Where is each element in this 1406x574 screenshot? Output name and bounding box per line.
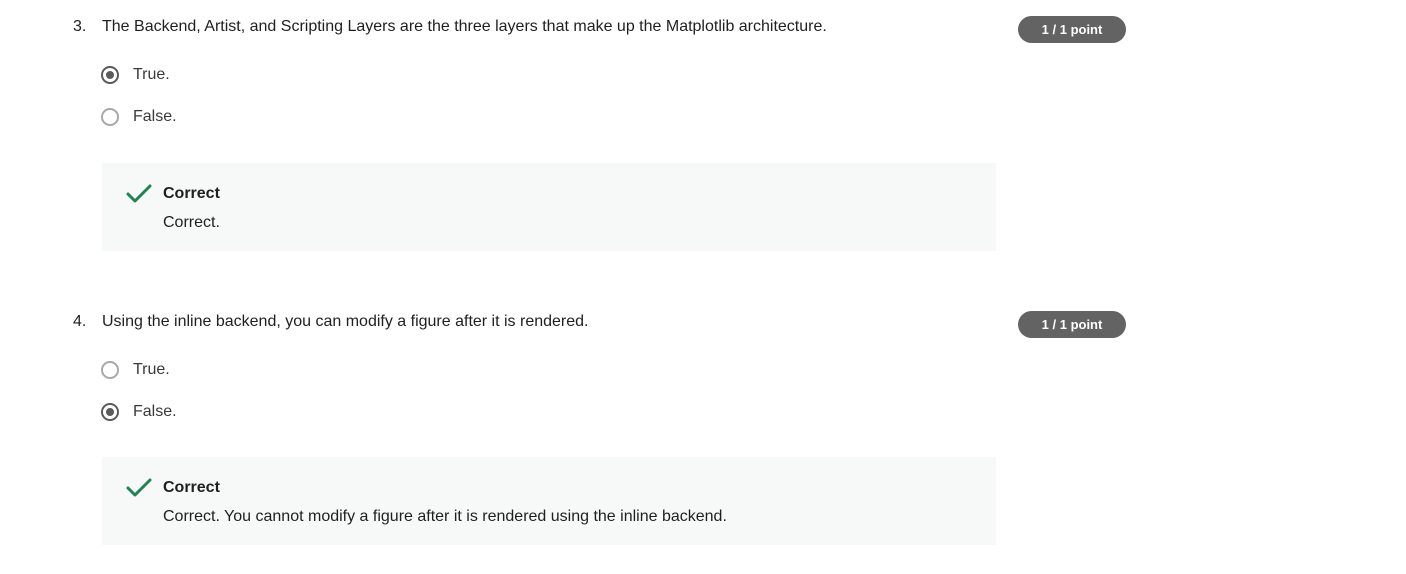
feedback-box: Correct Correct. You cannot modify a fig… (102, 457, 996, 545)
option-true[interactable]: True. (101, 63, 170, 87)
radio-button-selected[interactable] (101, 66, 119, 84)
feedback-title: Correct (163, 185, 220, 202)
option-label: True. (133, 361, 170, 378)
question-text: Using the inline backend, you can modify… (102, 313, 589, 330)
question-number: 4. (73, 313, 87, 330)
checkmark-icon (126, 478, 152, 497)
radio-button-selected[interactable] (101, 403, 119, 421)
checkmark-icon (126, 184, 152, 203)
points-badge: 1 / 1 point (1018, 311, 1126, 338)
radio-button[interactable] (101, 361, 119, 379)
feedback-box: Correct Correct. (102, 163, 996, 251)
feedback-title: Correct (163, 479, 220, 496)
option-label: False. (133, 403, 177, 420)
question-number: 3. (73, 18, 87, 35)
feedback-text: Correct. (163, 214, 220, 231)
feedback-text: Correct. You cannot modify a figure afte… (163, 508, 727, 525)
question-text: The Backend, Artist, and Scripting Layer… (102, 18, 827, 35)
points-badge: 1 / 1 point (1018, 16, 1126, 43)
option-label: True. (133, 66, 170, 83)
option-false[interactable]: False. (101, 105, 177, 129)
option-false[interactable]: False. (101, 400, 177, 424)
radio-button[interactable] (101, 108, 119, 126)
option-true[interactable]: True. (101, 358, 170, 382)
option-label: False. (133, 108, 177, 125)
